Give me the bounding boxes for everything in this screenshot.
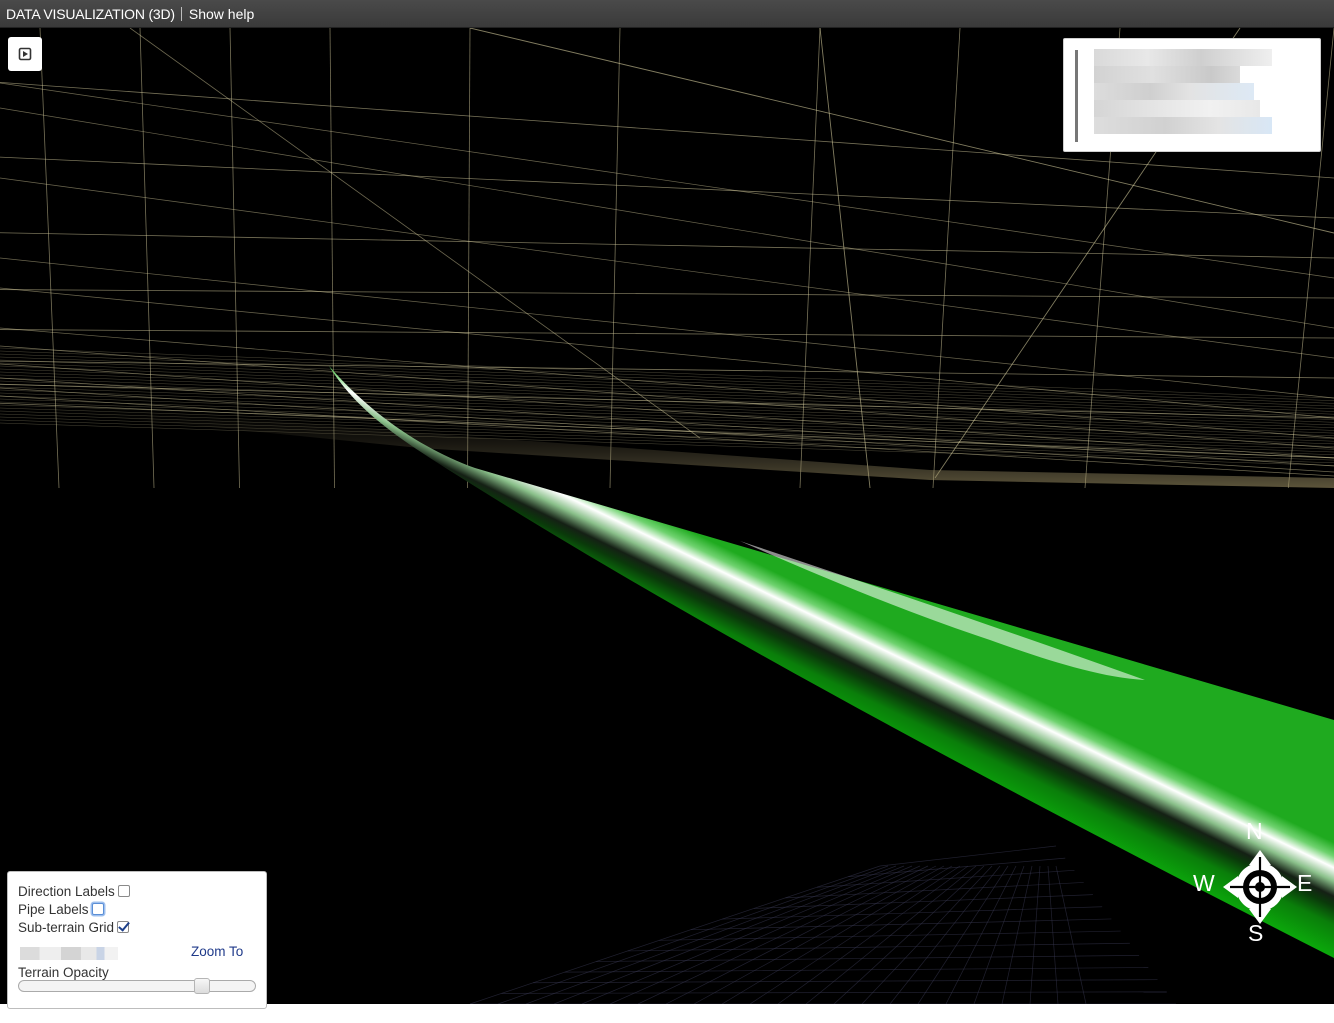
sub-terrain-grid-label: Sub-terrain Grid: [18, 919, 115, 935]
grid-line: [0, 383, 1334, 419]
redacted-info-line: [1094, 117, 1272, 134]
grid-line: [0, 257, 1334, 399]
compass-north-label: N: [1246, 818, 1263, 844]
grid-line: [722, 906, 1103, 920]
compass-east-label: E: [1297, 870, 1313, 896]
grid-line: [581, 865, 913, 1004]
direction-labels-checkbox[interactable]: [117, 885, 130, 897]
grid-line: [0, 395, 1334, 477]
grid-line: [785, 882, 1084, 899]
grid-line: [564, 967, 1149, 973]
pipe-labels-checkbox[interactable]: [91, 903, 104, 915]
grid-line: [1029, 865, 1041, 1004]
grid-line: [0, 156, 1334, 219]
sub-terrain-grid-checkbox[interactable]: [117, 921, 130, 933]
grid-line: [879, 845, 1057, 867]
direction-labels-label: Direction Labels: [18, 883, 115, 899]
grid-line: [0, 232, 1334, 259]
grid-line: [637, 865, 929, 1004]
title-divider: [180, 6, 182, 21]
grid-line: [1047, 865, 1059, 1004]
grid-line: [805, 865, 977, 1004]
zoom-to-link[interactable]: Zoom To: [191, 944, 243, 959]
pipe-labels-row: Pipe Labels: [18, 900, 104, 918]
terrain-opacity-slider-thumb[interactable]: [194, 978, 211, 994]
grid-line: [501, 991, 1167, 994]
sub-terrain-grid-row: Sub-terrain Grid: [18, 918, 130, 936]
grid-line: [467, 28, 471, 489]
grid-line: [553, 865, 905, 1004]
grid-line: [596, 955, 1140, 962]
app-title: DATA VISUALIZATION (3D): [6, 5, 175, 22]
compass[interactable]: N S W E: [1190, 818, 1320, 950]
redacted-info-line: [1094, 49, 1272, 66]
show-help-link[interactable]: Show help: [189, 0, 254, 28]
top-bar: DATA VISUALIZATION (3D) Show help: [0, 0, 1334, 28]
grid-line: [665, 865, 937, 1004]
3d-scene[interactable]: [0, 28, 1334, 1004]
redacted-pipe-name: [20, 947, 118, 960]
redacted-info-line: [1094, 66, 1240, 83]
pipe-labels-label: Pipe Labels: [18, 901, 89, 917]
pipe-3d[interactable]: [329, 366, 1334, 958]
grid-line: [799, 28, 821, 489]
play-button[interactable]: [8, 37, 42, 71]
redacted-info-line: [1094, 83, 1254, 100]
grid-line: [1055, 865, 1087, 1004]
sub-terrain-grid: [469, 845, 1176, 1004]
grid-line: [0, 363, 1334, 459]
grid-line: [533, 979, 1158, 984]
grid-line: [659, 930, 1121, 941]
3d-viewport[interactable]: N S W E: [0, 28, 1334, 1004]
terrain-opacity-slider[interactable]: [18, 978, 256, 994]
grid-line: [0, 289, 1334, 299]
controls-panel: Direction Labels Pipe Labels Sub-terrain…: [7, 871, 267, 1009]
grid-line: [0, 368, 1334, 418]
redacted-marker: [1075, 50, 1078, 142]
grid-line: [0, 329, 1334, 339]
info-panel: [1063, 38, 1321, 152]
compass-south-label: S: [1248, 920, 1264, 946]
grid-line: [690, 918, 1112, 931]
grid-line: [0, 404, 1334, 450]
terrain-opacity-label: Terrain Opacity: [18, 965, 109, 980]
play-icon: [18, 47, 32, 61]
redacted-info-line: [1094, 100, 1260, 117]
compass-west-label: W: [1193, 870, 1215, 896]
direction-labels-row: Direction Labels: [18, 882, 130, 900]
grid-line: [525, 865, 897, 1004]
grid-line: [627, 942, 1130, 952]
